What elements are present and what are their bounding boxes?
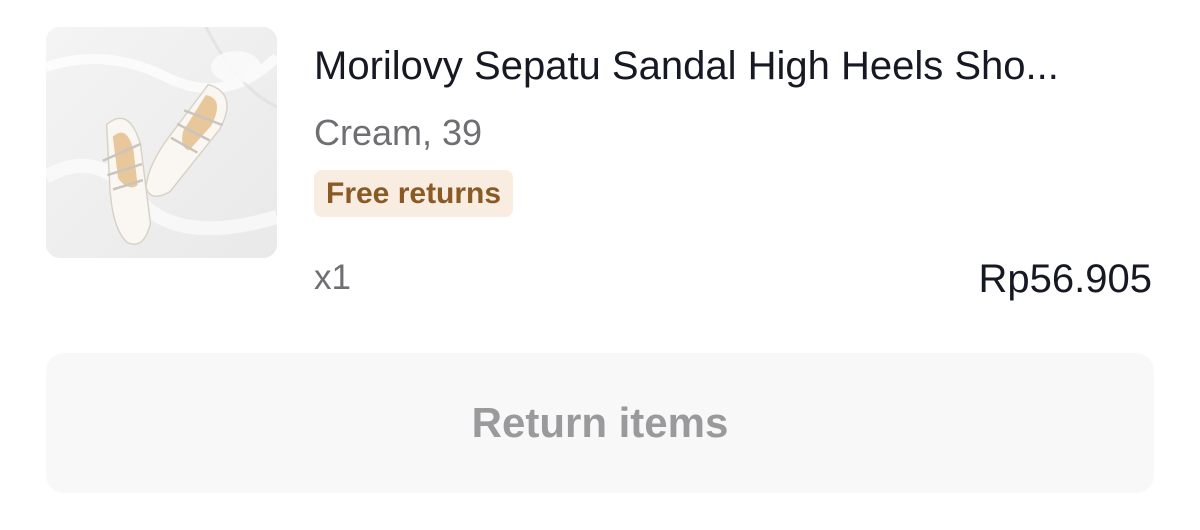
product-variant: Cream, 39 — [314, 112, 483, 153]
free-returns-badge: Free returns — [314, 170, 514, 217]
product-image[interactable] — [46, 27, 277, 258]
product-price: Rp56.905 — [978, 257, 1152, 301]
product-title[interactable]: Morilovy Sepatu Sandal High Heels Sho... — [314, 40, 1154, 92]
return-items-button[interactable]: Return items — [46, 353, 1154, 493]
product-quantity: x1 — [314, 258, 351, 297]
shoe-product-photo — [46, 27, 277, 258]
